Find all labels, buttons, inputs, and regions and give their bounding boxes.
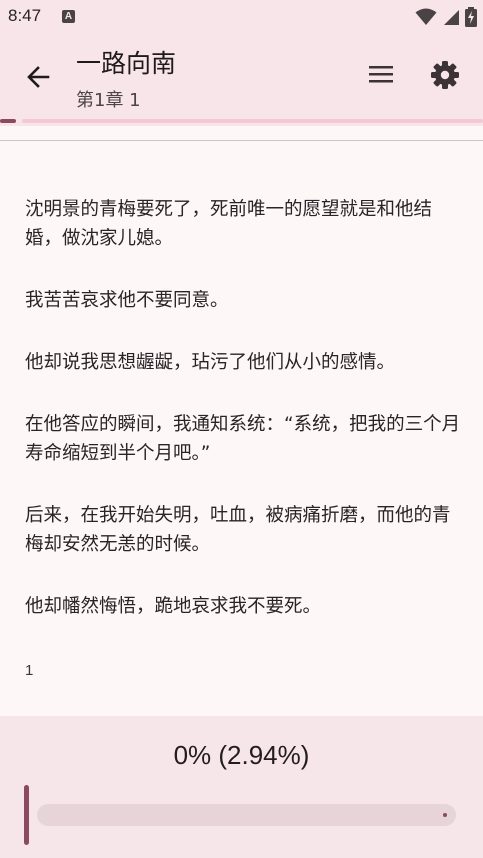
- status-time: 8:47: [8, 6, 42, 25]
- book-title: 一路向南: [76, 49, 177, 78]
- paragraph: 他却幡然悔悟，跪地哀求我不要死。: [25, 596, 322, 617]
- back-button[interactable]: [18, 58, 58, 98]
- paragraph: 沈明景的青梅要死了，死前唯一的愿望就是和他结婚，做沈家儿媳。: [25, 199, 433, 249]
- paragraph: 他却说我思想龌龊，玷污了他们从小的感情。: [25, 352, 396, 373]
- progress-slider-track[interactable]: [37, 804, 456, 826]
- paragraph: 后来，在我开始失明，吐血，被病痛折磨，而他的青梅却安然无恙的时候。: [25, 505, 451, 555]
- progress-percent: 0% (2.94%): [173, 740, 310, 770]
- bottom-panel: [0, 716, 483, 858]
- menu-button[interactable]: [365, 58, 397, 90]
- battery-charging-icon: [465, 6, 477, 27]
- status-bar: 8:47 A: [0, 0, 483, 34]
- notification-badge-icon: A: [62, 10, 75, 23]
- page-number: 1: [25, 662, 34, 679]
- progress-slider-handle[interactable]: [24, 785, 29, 845]
- app-bar: 一路向南 第1章 1: [0, 34, 483, 118]
- chapter-subtitle: 第1章 1: [76, 90, 141, 111]
- menu-icon: [369, 66, 393, 83]
- chapter-progress-bar: [0, 118, 483, 126]
- divider: [0, 140, 483, 141]
- settings-icon: [431, 61, 459, 89]
- paragraph: 我苦苦哀求他不要同意。: [25, 290, 229, 311]
- progress-slider-end-dot: [443, 813, 447, 817]
- settings-button[interactable]: [428, 58, 462, 92]
- back-arrow-icon: [27, 66, 50, 88]
- paragraph: 在他答应的瞬间，我通知系统：“系统，把我的三个月寿命缩短到半个月吧。”: [25, 414, 461, 464]
- status-icons: [415, 6, 477, 27]
- reading-content: 沈明景的青梅要死了，死前唯一的愿望就是和他结婚，做沈家儿媳。 我苦苦哀求他不要同…: [25, 195, 465, 654]
- wifi-icon: [415, 8, 437, 25]
- chapter-progress-indicator: [0, 119, 16, 123]
- cell-signal-icon: [443, 9, 459, 25]
- chapter-progress-track: [22, 119, 483, 123]
